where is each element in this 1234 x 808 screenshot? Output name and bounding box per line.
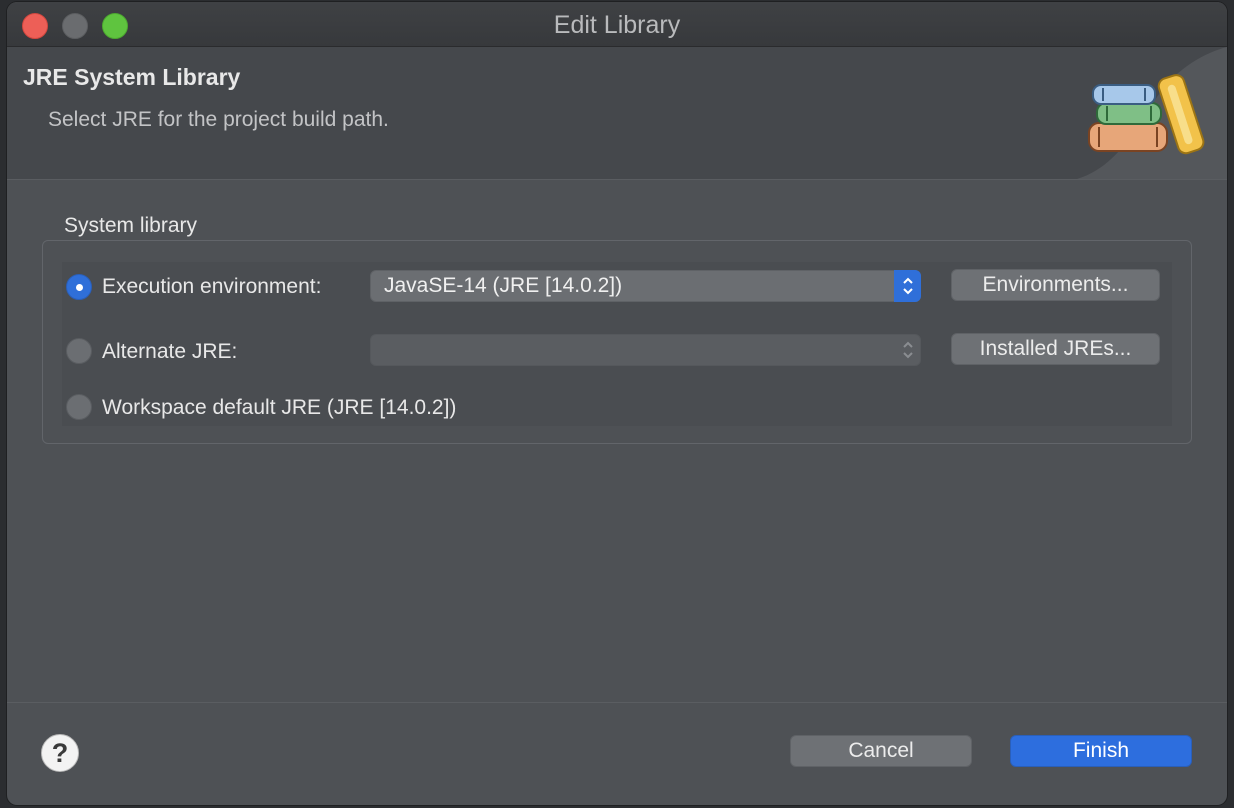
environments-button[interactable]: Environments...: [951, 269, 1160, 301]
execution-environment-select[interactable]: JavaSE-14 (JRE [14.0.2]): [370, 270, 921, 302]
alternate-jre-label: Alternate JRE:: [102, 340, 238, 363]
help-icon[interactable]: ?: [41, 734, 79, 772]
library-books-icon: [1077, 47, 1227, 179]
execution-environment-value: JavaSE-14 (JRE [14.0.2]): [384, 274, 623, 297]
execution-environment-radio[interactable]: [66, 274, 92, 300]
up-down-chevron-icon: [894, 334, 921, 366]
alternate-jre-radio[interactable]: [66, 338, 92, 364]
installed-jres-button[interactable]: Installed JREs...: [951, 333, 1160, 365]
workspace-default-jre-label: Workspace default JRE (JRE [14.0.2]): [102, 396, 457, 419]
alternate-jre-select[interactable]: [370, 334, 921, 366]
window-title: Edit Library: [553, 11, 681, 39]
workspace-default-jre-radio[interactable]: [66, 394, 92, 420]
page-title: JRE System Library: [23, 64, 241, 90]
edit-library-dialog: Edit Library JRE System Library Select J…: [7, 2, 1227, 805]
dialog-header: JRE System Library Select JRE for the pr…: [7, 47, 1227, 180]
execution-environment-label: Execution environment:: [102, 275, 322, 298]
footer-divider: [7, 702, 1227, 703]
page-description: Select JRE for the project build path.: [48, 108, 389, 131]
title-bar: Edit Library: [7, 2, 1227, 47]
finish-button[interactable]: Finish: [1010, 735, 1192, 767]
up-down-chevron-icon: [894, 270, 921, 302]
system-library-group-label: System library: [64, 214, 198, 237]
cancel-button[interactable]: Cancel: [790, 735, 972, 767]
